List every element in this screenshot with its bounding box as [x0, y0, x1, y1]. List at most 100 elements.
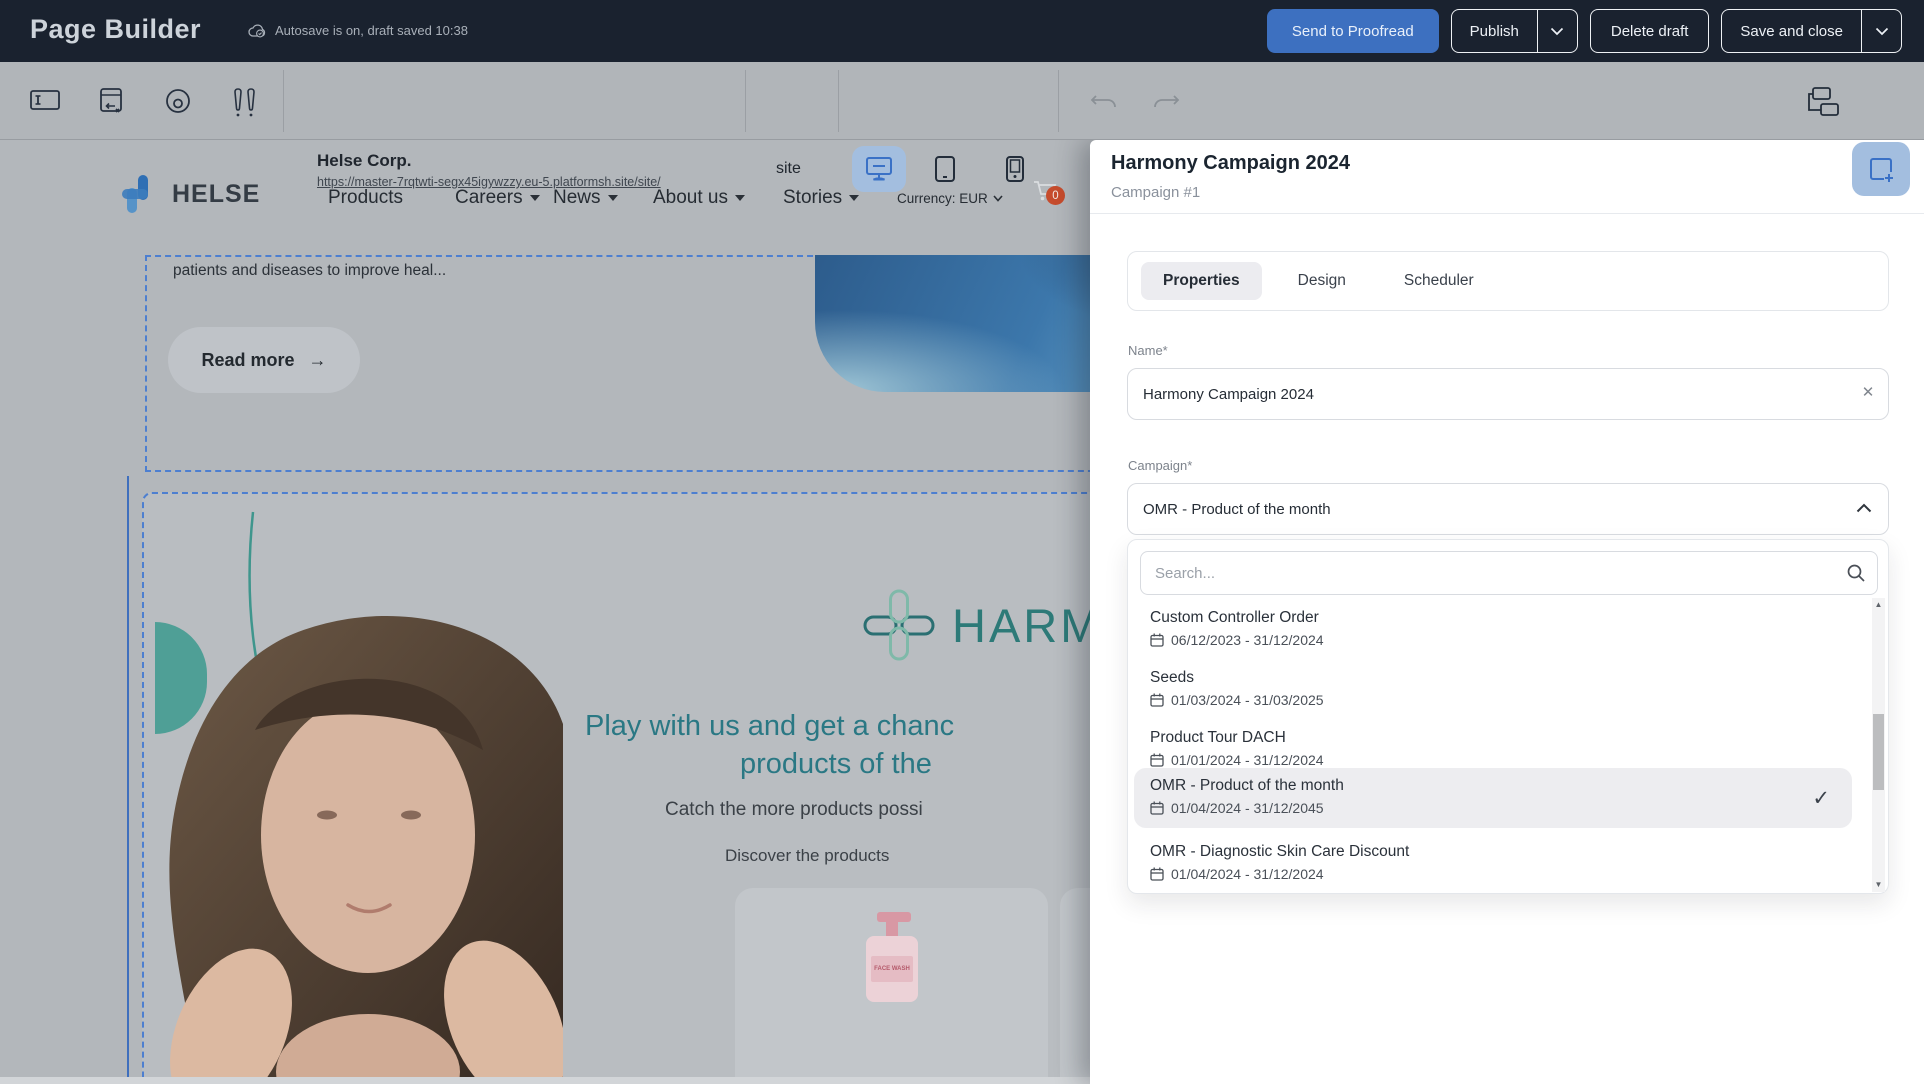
publish-dropdown-toggle[interactable] — [1537, 10, 1577, 52]
site-logo[interactable]: HELSE — [120, 173, 260, 215]
read-more-button[interactable]: Read more → — [168, 327, 360, 393]
component-swap-tool-icon[interactable] — [97, 88, 125, 116]
panel-tabs: Properties Design Scheduler — [1127, 251, 1889, 311]
campaign-option[interactable]: OMR - Product of the month 01/04/2024 - … — [1134, 768, 1852, 828]
search-icon — [1846, 563, 1866, 583]
dropdown-scrollbar[interactable]: ▲ ▼ — [1872, 598, 1885, 892]
caret-down-icon — [849, 195, 859, 201]
block-edge-indicator — [127, 476, 129, 1084]
delete-draft-button[interactable]: Delete draft — [1590, 9, 1710, 53]
tree-icon — [1805, 86, 1841, 118]
divider — [1090, 213, 1924, 214]
site-logo-text: HELSE — [172, 180, 260, 209]
autosave-status: Autosave is on, draft saved 10:38 — [248, 23, 468, 38]
nav-item-about-us[interactable]: About us — [653, 187, 745, 209]
viewport-bottom-strip — [0, 1077, 1100, 1084]
current-page-label: site — [776, 160, 801, 178]
divider — [745, 70, 746, 132]
undo-icon — [1090, 92, 1118, 110]
scroll-down-arrow[interactable]: ▼ — [1872, 878, 1885, 892]
campaign-option[interactable]: OMR - Diagnostic Skin Care Discount 01/0… — [1134, 834, 1852, 894]
calendar-icon — [1150, 753, 1164, 767]
dropdown-search — [1140, 551, 1878, 595]
hero-subtext-1: Catch the more products possi — [665, 799, 923, 821]
harmony-brand: HARM — [862, 588, 1102, 662]
builder-toolbar: Helse Corp. https://master-7rqtwti-segx4… — [0, 62, 1924, 140]
save-and-close-button[interactable]: Save and close — [1721, 9, 1902, 53]
calendar-icon — [1150, 867, 1164, 881]
product-bottle-image: FACE WASH — [863, 904, 921, 1002]
mobile-icon — [1005, 155, 1025, 183]
name-field-label: Name* — [1128, 343, 1168, 358]
page-builder-app: HELSE Products Careers News About us Sto… — [0, 0, 1924, 1084]
panel-subtitle: Campaign #1 — [1111, 184, 1200, 201]
hero-heading-line2: products of the — [740, 748, 932, 781]
tablet-view-button[interactable] — [918, 146, 972, 192]
text-block-tool-icon[interactable] — [30, 88, 60, 112]
app-title: Page Builder — [30, 14, 201, 45]
arrow-right-icon: → — [309, 350, 327, 371]
redo-button[interactable] — [1152, 92, 1180, 110]
chevron-up-icon[interactable] — [1856, 503, 1872, 513]
chevron-down-icon — [993, 195, 1003, 202]
nav-item-stories[interactable]: Stories — [783, 187, 859, 209]
divider — [1058, 70, 1059, 132]
divider — [838, 70, 839, 132]
calendar-icon — [1150, 693, 1164, 707]
campaign-option-list: Custom Controller Order 06/12/2023 - 31/… — [1128, 598, 1862, 894]
site-name: Helse Corp. — [317, 151, 411, 171]
tablet-icon — [934, 155, 956, 183]
campaign-option[interactable]: Custom Controller Order 06/12/2023 - 31/… — [1134, 600, 1852, 660]
harmony-brand-text: HARM — [952, 598, 1102, 653]
personalization-tool-icon[interactable] — [165, 88, 191, 114]
undo-button[interactable] — [1090, 92, 1118, 110]
caret-down-icon — [608, 195, 618, 201]
nav-item-careers[interactable]: Careers — [455, 187, 540, 209]
bottle-label: FACE WASH — [871, 956, 913, 982]
desktop-icon — [865, 156, 893, 182]
campaign-dropdown: Custom Controller Order 06/12/2023 - 31/… — [1127, 539, 1889, 894]
add-block-icon — [1867, 155, 1895, 183]
helse-cross-icon — [120, 173, 162, 215]
campaign-select[interactable] — [1127, 483, 1889, 535]
filters-tool-icon[interactable] — [232, 88, 258, 118]
nav-item-products[interactable]: Products — [328, 187, 403, 209]
campaign-settings-panel: Harmony Campaign 2024 Campaign #1 Proper… — [1090, 140, 1924, 1084]
nav-item-news[interactable]: News — [553, 187, 618, 209]
add-block-button[interactable] — [1852, 142, 1910, 196]
cloud-check-icon — [248, 23, 267, 38]
campaign-option[interactable]: Seeds 01/03/2024 - 31/03/2025 ✓ — [1134, 660, 1852, 720]
page-tree-button[interactable] — [1805, 86, 1841, 118]
search-input[interactable] — [1140, 551, 1878, 595]
hero-heading-line1: Play with us and get a chanc — [585, 710, 954, 743]
caret-down-icon — [530, 195, 540, 201]
caret-down-icon — [735, 195, 745, 201]
check-icon: ✓ — [1812, 786, 1830, 811]
name-field[interactable] — [1127, 368, 1889, 420]
send-to-proofread-button[interactable]: Send to Proofread — [1267, 9, 1439, 53]
cart-count-badge: 0 — [1046, 186, 1065, 205]
currency-selector[interactable]: Currency: EUR — [897, 191, 1003, 206]
article-excerpt: patients and diseases to improve heal... — [173, 262, 446, 280]
tab-properties[interactable]: Properties — [1141, 262, 1262, 300]
save-dropdown-toggle[interactable] — [1861, 10, 1901, 52]
tab-design[interactable]: Design — [1276, 262, 1368, 300]
campaign-field-label: Campaign* — [1128, 458, 1192, 473]
product-card[interactable]: FACE WASH Deep Cleansing Foaming Face Wa… — [735, 888, 1048, 1084]
desktop-view-button[interactable] — [852, 146, 906, 192]
model-photo — [143, 600, 563, 1084]
harmony-logo-icon — [862, 588, 936, 662]
scroll-up-arrow[interactable]: ▲ — [1872, 598, 1885, 612]
panel-title: Harmony Campaign 2024 — [1111, 152, 1350, 175]
scrollbar-thumb[interactable] — [1873, 714, 1884, 790]
redo-icon — [1152, 92, 1180, 110]
clear-name-icon[interactable]: ✕ — [1858, 383, 1878, 401]
publish-button[interactable]: Publish — [1451, 9, 1578, 53]
calendar-icon — [1150, 633, 1164, 647]
divider — [283, 70, 284, 132]
site-url-link[interactable]: https://master-7rqtwti-segx45igywzzy.eu-… — [317, 175, 661, 189]
hero-subtext-2: Discover the products — [725, 846, 889, 866]
calendar-icon — [1150, 801, 1164, 815]
mobile-view-button[interactable] — [988, 146, 1042, 192]
tab-scheduler[interactable]: Scheduler — [1382, 262, 1496, 300]
